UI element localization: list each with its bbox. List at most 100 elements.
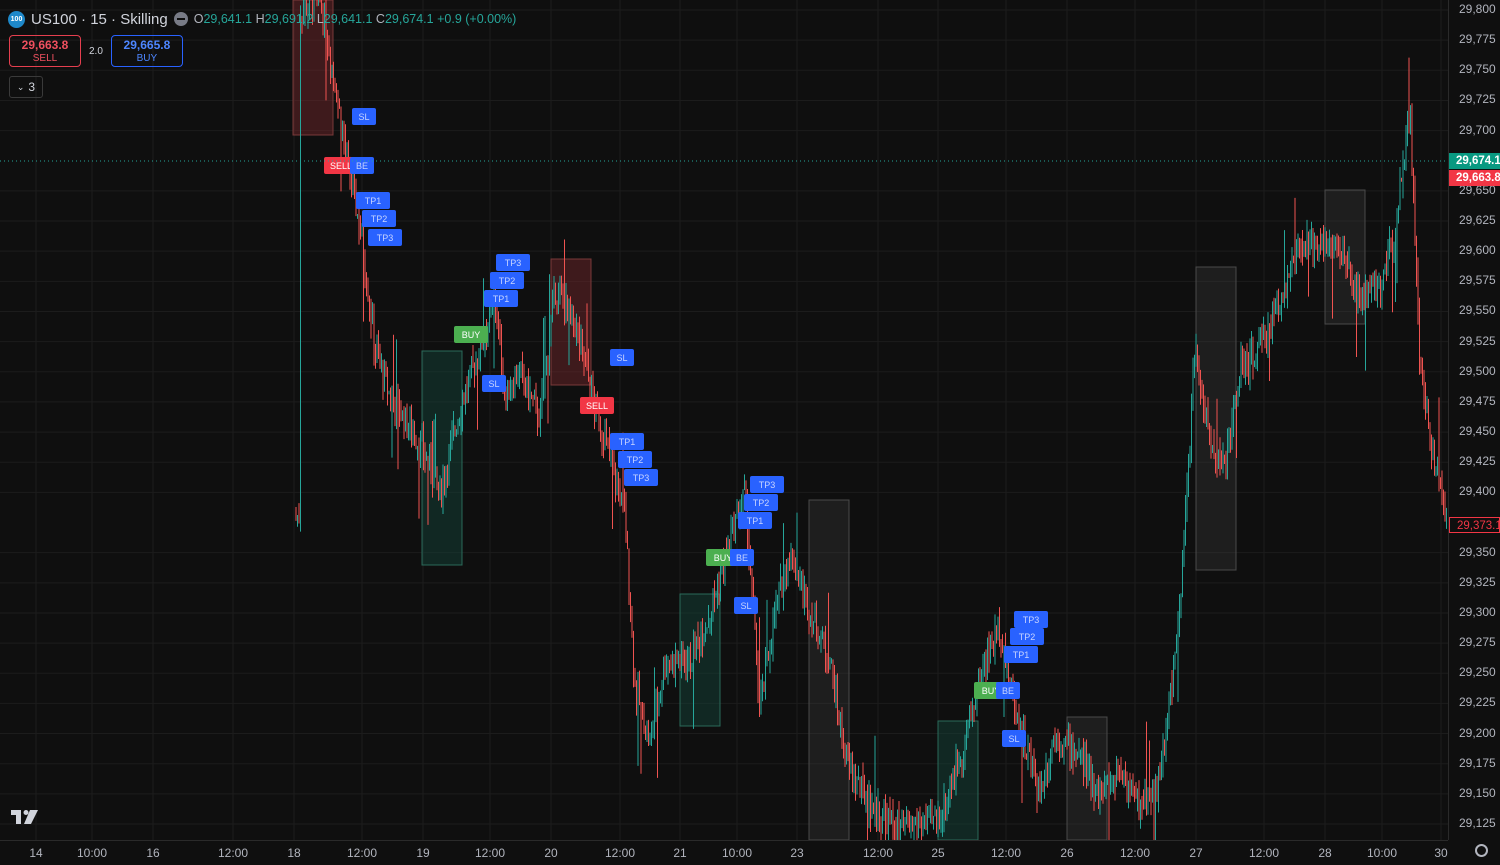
time-tick-label: 20: [544, 846, 558, 860]
signal-label-text: SL: [616, 353, 627, 363]
signal-label-text: TP3: [1023, 615, 1040, 625]
settings-icon[interactable]: [1475, 844, 1488, 857]
signal-label-sl: SL: [482, 375, 506, 392]
signal-label-text: BUY: [462, 330, 481, 340]
sell-button[interactable]: 29,663.8 SELL: [9, 35, 81, 67]
time-tick-label: 19: [416, 846, 430, 860]
symbol-logo[interactable]: 100: [8, 10, 25, 28]
time-tick-label: 21: [673, 846, 687, 860]
collapse-indicators-button[interactable]: ⌄ 3: [9, 76, 43, 98]
signal-label-tp1: TP1: [738, 512, 772, 529]
indicator-count: 3: [28, 80, 36, 94]
candles: [295, 0, 1447, 840]
signal-label-tp3: TP3: [368, 229, 402, 246]
signal-label-text: TP3: [377, 233, 394, 243]
price-tick-label: 29,725: [1459, 92, 1496, 107]
time-tick-label: 12:00: [217, 846, 249, 860]
signal-label-tp3: TP3: [1014, 611, 1048, 628]
price-axis[interactable]: 29,800 29,775 29,750 29,725 29,700 29,650 29,6…: [1448, 0, 1500, 840]
price-tick-label: 29,600: [1459, 243, 1496, 258]
price-tick-label: 29,150: [1459, 785, 1496, 800]
time-tick-label: 23: [790, 846, 804, 860]
ohlc-values: O29,641.1 H29,691.2 L29,641.1 C29,674.1 …: [194, 12, 517, 26]
price-tick-label: 29,500: [1459, 363, 1496, 378]
price-tick-label: 29,425: [1459, 454, 1496, 469]
price-tick-label: 29,525: [1459, 333, 1496, 348]
last-price-tag: 29,674.1: [1449, 153, 1500, 169]
price-tick-label: 29,275: [1459, 635, 1496, 650]
signal-label-text: BE: [1002, 686, 1014, 696]
symbol-title[interactable]: US100 · 15 · Skilling: [31, 11, 168, 28]
time-tick-label: 12:00: [346, 846, 378, 860]
signal-label-text: SL: [740, 601, 751, 611]
time-tick-label: 12:00: [862, 846, 894, 860]
buy-button[interactable]: 29,665.8 BUY: [110, 35, 183, 67]
signal-label-tp2: TP2: [1010, 628, 1044, 645]
time-tick-label: 27: [1189, 846, 1203, 860]
signal-label-tp1: TP1: [610, 433, 644, 450]
signal-label-text: TP2: [753, 498, 770, 508]
high-value: 29,691.2: [264, 12, 314, 26]
bid-price-tag: 29,663.8: [1449, 170, 1500, 186]
price-chart[interactable]: SL SELL BE TP1 TP2 TP3 TP3 TP2 TP1 BUY SL SL SELL TP1…: [0, 0, 1448, 841]
price-tick-label: 29,300: [1459, 604, 1496, 619]
time-tick-label: 12:00: [1248, 846, 1280, 860]
signal-label-tp1: TP1: [356, 192, 390, 209]
price-tick-label: 29,200: [1459, 725, 1496, 740]
time-tick-label: 12:00: [1119, 846, 1151, 860]
signal-label-sell: SELL: [580, 397, 614, 414]
signal-label-sl: SL: [734, 597, 758, 614]
signal-label-text: TP1: [747, 516, 764, 526]
time-tick-label: 18: [287, 846, 301, 860]
sell-price: 29,663.8: [21, 38, 69, 52]
signal-label-sl: SL: [1002, 730, 1026, 747]
signal-label-text: SL: [358, 112, 369, 122]
trade-panel: 29,663.8 SELL 2.0 29,665.8 BUY: [9, 35, 183, 67]
price-tick-label: 29,125: [1459, 816, 1496, 830]
signal-label-sl: SL: [352, 108, 376, 125]
signal-label-text: TP2: [1019, 632, 1036, 642]
time-tick-label: 12:00: [604, 846, 636, 860]
signal-label-be: BE: [350, 157, 374, 174]
open-label: O: [193, 12, 204, 26]
signal-label-text: BE: [736, 553, 748, 563]
signal-label-be: BE: [996, 682, 1020, 699]
close-label: C: [375, 12, 385, 26]
high-label: H: [255, 12, 265, 26]
time-tick-label: 12:00: [990, 846, 1022, 860]
signal-label-tp2: TP2: [490, 272, 524, 289]
legend-header: 100 US100 · 15 · Skilling O29,641.1 H29,…: [8, 8, 516, 30]
signal-label-tp3: TP3: [624, 469, 658, 486]
price-tick-label: 29,575: [1459, 273, 1496, 288]
time-tick-label: 25: [931, 846, 945, 860]
buy-price: 29,665.8: [123, 38, 171, 52]
low-value: 29,641.1: [323, 12, 373, 26]
time-tick-label: 10:00: [1366, 846, 1398, 860]
price-tick-label: 29,800: [1459, 2, 1496, 16]
time-axis[interactable]: 14 10:00 16 12:00 18 12:00 19 12:00 20 12:00 21 10:…: [0, 840, 1448, 865]
hide-legend-icon[interactable]: [173, 12, 188, 26]
chart-area[interactable]: SL SELL BE TP1 TP2 TP3 TP3 TP2 TP1 BUY SL SL SELL TP1…: [0, 0, 1448, 841]
change-value: +0.9 (+0.00%): [437, 12, 517, 26]
signal-label-text: TP1: [493, 294, 510, 304]
open-value: 29,641.1: [203, 12, 253, 26]
close-value: 29,674.1: [384, 12, 434, 26]
time-tick-label: 30: [1434, 846, 1448, 860]
time-tick-label: 16: [146, 846, 160, 860]
buy-label: BUY: [136, 53, 158, 64]
signal-label-text: TP1: [1013, 650, 1030, 660]
chevron-down-icon: ⌄: [16, 81, 25, 92]
signal-label-text: TP3: [505, 258, 522, 268]
price-tick-label: 29,325: [1459, 574, 1496, 589]
price-tick-label: 29,400: [1459, 484, 1496, 499]
price-tick-label: 29,750: [1459, 62, 1496, 77]
spread-value: 2.0: [89, 45, 103, 57]
signal-label-text: TP1: [619, 437, 636, 447]
sell-label: SELL: [32, 53, 58, 64]
signal-label-text: TP1: [365, 196, 382, 206]
time-tick-label: 28: [1318, 846, 1332, 860]
tradingview-logo[interactable]: [10, 806, 40, 832]
low-label: L: [316, 12, 324, 26]
signal-label-tp3: TP3: [496, 254, 530, 271]
time-tick-label: 26: [1060, 846, 1074, 860]
